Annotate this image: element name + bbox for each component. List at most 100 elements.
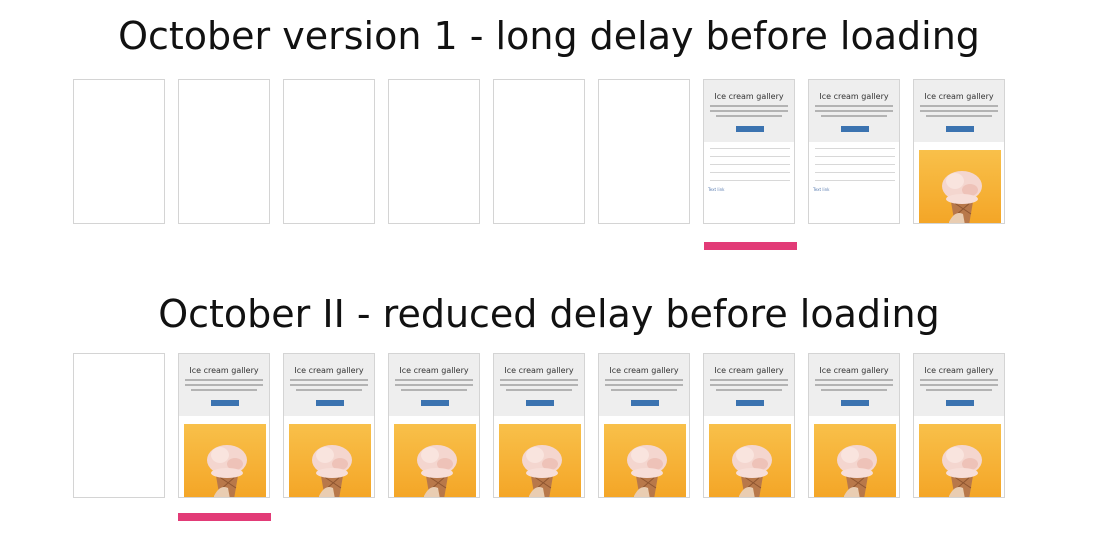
filmstrip-frame-image: Ice cream gallery <box>913 353 1005 498</box>
frame-placeholder-line <box>710 180 790 181</box>
filmstrip-frame-blank <box>73 79 165 224</box>
filmstrip-frame-text: Ice cream gallery Text link <box>808 79 900 224</box>
filmstrip-frame-blank <box>73 353 165 498</box>
frame-text-line <box>926 389 992 391</box>
first-render-marker <box>178 513 271 521</box>
ice-cream-photo <box>919 424 1001 497</box>
frame-title: Ice cream gallery <box>819 92 889 101</box>
frame-text-line <box>815 110 893 112</box>
frame-text-line <box>716 389 782 391</box>
frame-placeholder-line <box>710 148 790 149</box>
frame-title: Ice cream gallery <box>714 366 784 375</box>
ice-cream-photo <box>814 424 896 497</box>
frame-text-line <box>920 379 998 381</box>
ice-cream-cone-icon <box>942 445 982 497</box>
frame-title: Ice cream gallery <box>714 92 784 101</box>
frame-placeholder-line <box>815 148 895 149</box>
frame-text-line <box>926 115 992 117</box>
frame-text-line <box>500 384 578 386</box>
filmstrip-frame-image: Ice cream gallery <box>388 353 480 498</box>
frame-title: Ice cream gallery <box>609 366 679 375</box>
frame-text-line <box>821 115 887 117</box>
filmstrip-frame-blank <box>178 79 270 224</box>
frame-button <box>421 400 449 406</box>
frame-placeholder-line <box>815 180 895 181</box>
frame-text-line <box>191 389 257 391</box>
frame-text-line <box>290 379 368 381</box>
frame-text-line <box>716 115 782 117</box>
frame-title: Ice cream gallery <box>924 92 994 101</box>
frame-text-line <box>710 110 788 112</box>
frame-button <box>841 400 869 406</box>
frame-text-line <box>296 389 362 391</box>
ice-cream-cone-icon <box>942 171 982 223</box>
frame-text-line <box>815 105 893 107</box>
frame-text-line <box>500 379 578 381</box>
ice-cream-photo <box>184 424 266 497</box>
filmstrip-frame-blank <box>388 79 480 224</box>
frame-text-line <box>506 389 572 391</box>
frame-placeholder-line <box>710 164 790 165</box>
frame-title: Ice cream gallery <box>504 366 574 375</box>
row-2-title: October II - reduced delay before loadin… <box>158 292 940 336</box>
ice-cream-cone-icon <box>627 445 667 497</box>
ice-cream-cone-icon <box>207 445 247 497</box>
frame-text-line <box>815 379 893 381</box>
frame-footer-link: Text link <box>813 187 830 192</box>
frame-title: Ice cream gallery <box>189 366 259 375</box>
ice-cream-cone-icon <box>522 445 562 497</box>
frame-button <box>736 400 764 406</box>
filmstrip-frame-image: Ice cream gallery <box>283 353 375 498</box>
ice-cream-photo <box>604 424 686 497</box>
filmstrip-frame-image: Ice cream gallery <box>493 353 585 498</box>
ice-cream-photo <box>919 150 1001 223</box>
frame-button <box>631 400 659 406</box>
frame-button <box>526 400 554 406</box>
filmstrip-frame-blank <box>283 79 375 224</box>
frame-text-line <box>920 110 998 112</box>
filmstrip-frame-image: Ice cream gallery <box>808 353 900 498</box>
frame-button <box>946 400 974 406</box>
frame-placeholder-line <box>710 156 790 157</box>
frame-placeholder-line <box>815 164 895 165</box>
filmstrip-frame-text: Ice cream gallery Text link <box>703 79 795 224</box>
frame-text-line <box>401 389 467 391</box>
frame-text-line <box>815 384 893 386</box>
row-1-title: October version 1 - long delay before lo… <box>118 14 980 58</box>
frame-text-line <box>290 384 368 386</box>
ice-cream-photo <box>709 424 791 497</box>
filmstrip-frame-image: Ice cream gallery <box>598 353 690 498</box>
ice-cream-cone-icon <box>312 445 352 497</box>
ice-cream-photo <box>394 424 476 497</box>
ice-cream-cone-icon <box>732 445 772 497</box>
frame-text-line <box>710 105 788 107</box>
frame-placeholder-line <box>710 172 790 173</box>
ice-cream-cone-icon <box>837 445 877 497</box>
frame-text-line <box>821 389 887 391</box>
frame-text-line <box>605 379 683 381</box>
frame-text-line <box>710 384 788 386</box>
ice-cream-photo <box>499 424 581 497</box>
frame-button <box>841 126 869 132</box>
frame-text-line <box>920 384 998 386</box>
frame-button <box>736 126 764 132</box>
frame-placeholder-line <box>815 172 895 173</box>
filmstrip-frame-image: Ice cream gallery <box>178 353 270 498</box>
frame-text-line <box>611 389 677 391</box>
frame-button <box>946 126 974 132</box>
ice-cream-cone-icon <box>417 445 457 497</box>
filmstrip-frame-blank <box>598 79 690 224</box>
frame-footer-link: Text link <box>708 187 725 192</box>
frame-button <box>316 400 344 406</box>
frame-text-line <box>710 379 788 381</box>
filmstrip-frame-blank <box>493 79 585 224</box>
frame-text-line <box>185 384 263 386</box>
frame-text-line <box>395 384 473 386</box>
frame-text-line <box>395 379 473 381</box>
filmstrip-frame-image: Ice cream gallery <box>913 79 1005 224</box>
frame-title: Ice cream gallery <box>819 366 889 375</box>
frame-text-line <box>920 105 998 107</box>
filmstrip-frame-image: Ice cream gallery <box>703 353 795 498</box>
frame-placeholder-line <box>815 156 895 157</box>
first-render-marker <box>704 242 797 250</box>
